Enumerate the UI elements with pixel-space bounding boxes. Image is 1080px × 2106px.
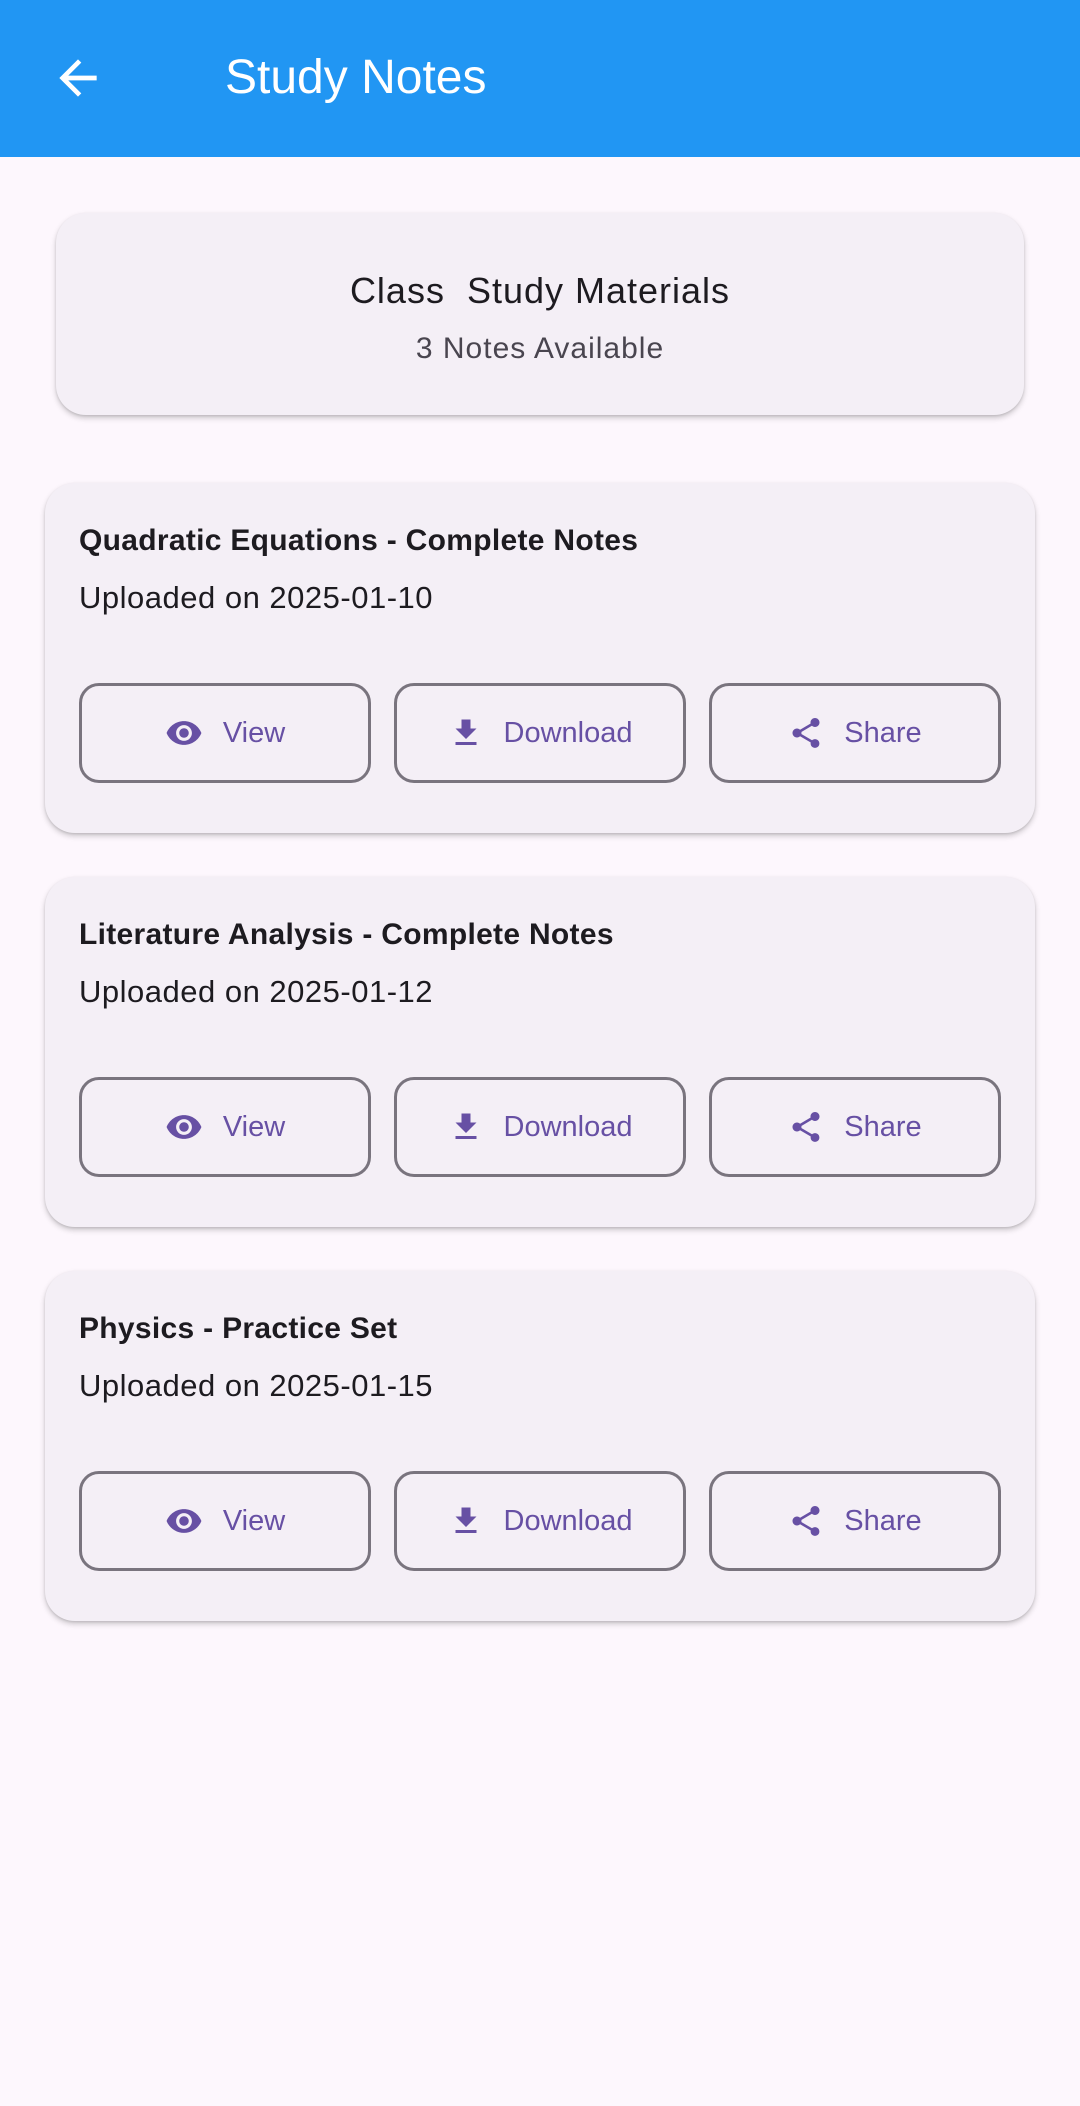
note-card: Literature Analysis - Complete Notes Upl… [45,877,1035,1227]
view-button[interactable]: View [79,1077,371,1177]
download-label: Download [503,1505,633,1537]
share-icon [788,715,824,751]
download-icon [448,1109,484,1145]
arrow-back-icon [59,59,97,97]
view-button[interactable]: View [79,1471,371,1571]
eye-icon [165,714,203,752]
summary-title: Class Study Materials [349,270,731,311]
eye-icon [165,1108,203,1146]
note-actions: View Download Share [79,1471,1001,1571]
eye-icon [165,1502,203,1540]
note-upload-date: Uploaded on 2025-01-15 [79,1368,433,1403]
note-title: Physics - Practice Set [79,1312,398,1345]
note-actions: View Download Share [79,683,1001,783]
download-label: Download [503,1111,633,1143]
share-icon [788,1503,824,1539]
download-icon [448,715,484,751]
download-icon [448,1503,484,1539]
share-icon [788,1109,824,1145]
page-title: Study Notes [225,51,487,104]
view-button[interactable]: View [79,683,371,783]
notes-count: 3 Notes Available [415,332,665,365]
download-label: Download [503,717,633,749]
note-upload-date: Uploaded on 2025-01-10 [79,580,433,615]
app-bar: Study Notes [0,0,1080,157]
download-button[interactable]: Download [394,683,686,783]
note-title: Quadratic Equations - Complete Notes [79,524,639,557]
share-button[interactable]: Share [709,1471,1001,1571]
share-button[interactable]: Share [709,1077,1001,1177]
share-button[interactable]: Share [709,683,1001,783]
share-label: Share [844,1505,922,1537]
download-button[interactable]: Download [394,1077,686,1177]
download-button[interactable]: Download [394,1471,686,1571]
back-button[interactable] [38,38,118,118]
view-label: View [222,1111,286,1143]
note-upload-date: Uploaded on 2025-01-12 [79,974,433,1009]
summary-card: Class Study Materials 3 Notes Available [56,213,1024,415]
note-actions: View Download Share [79,1077,1001,1177]
note-card: Quadratic Equations - Complete Notes Upl… [45,483,1035,833]
view-label: View [222,717,286,749]
share-label: Share [844,1111,922,1143]
share-label: Share [844,717,922,749]
note-title: Literature Analysis - Complete Notes [79,918,614,951]
view-label: View [222,1505,286,1537]
note-card: Physics - Practice Set Uploaded on 2025-… [45,1271,1035,1621]
